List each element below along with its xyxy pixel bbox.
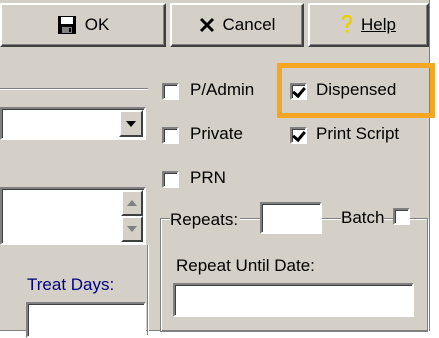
prn-checkbox[interactable] <box>162 171 179 188</box>
help-button-label: Help <box>361 15 396 34</box>
list-box[interactable] <box>0 187 146 245</box>
vertical-divider <box>147 245 149 335</box>
repeat-until-date-label: Repeat Until Date: <box>176 256 315 275</box>
combo-box[interactable] <box>0 107 146 140</box>
padmin-label: P/Admin <box>190 80 255 99</box>
batch-label: Batch <box>341 208 385 228</box>
scroll-up-button[interactable] <box>121 190 143 216</box>
combo-dropdown-button[interactable] <box>119 110 143 137</box>
prn-label: PRN <box>190 168 226 187</box>
scroll-down-icon <box>127 226 137 232</box>
close-icon <box>199 17 214 33</box>
padmin-checkbox[interactable] <box>162 83 179 100</box>
cancel-button-label: Cancel <box>222 15 276 34</box>
repeats-label: Repeats: <box>170 210 241 230</box>
dispensed-highlight-box <box>277 63 435 118</box>
dialog-panel: OK Cancel Help Treat Days: P/Admin Priva… <box>0 0 430 338</box>
repeats-input[interactable] <box>260 202 322 234</box>
help-button[interactable]: Help <box>308 3 429 47</box>
treat-days-input[interactable] <box>26 302 146 338</box>
repeat-until-date-input[interactable] <box>173 283 414 317</box>
question-mark-icon <box>341 15 353 33</box>
cancel-button[interactable]: Cancel <box>170 3 304 47</box>
scroll-up-icon <box>127 200 137 206</box>
ok-button[interactable]: OK <box>0 3 166 47</box>
print-script-checkbox[interactable] <box>290 127 307 144</box>
ok-button-label: OK <box>84 15 110 34</box>
batch-checkbox[interactable] <box>393 208 410 225</box>
treat-days-label: Treat Days: <box>27 275 115 294</box>
chevron-down-icon <box>126 120 136 127</box>
private-label: Private <box>190 124 243 143</box>
print-script-label: Print Script <box>316 124 400 143</box>
floppy-disk-icon <box>57 16 76 34</box>
left-divider <box>0 88 148 90</box>
scroll-down-button[interactable] <box>121 216 143 242</box>
private-checkbox[interactable] <box>162 127 179 144</box>
